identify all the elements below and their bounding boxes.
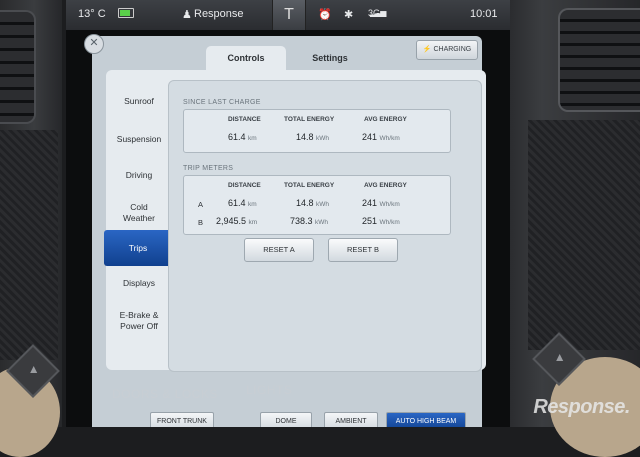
trip-b-distance: 2,945.5 km <box>216 216 258 226</box>
trips-detail: SINCE LAST CHARGE DISTANCE TOTAL ENERGY … <box>168 80 482 372</box>
slc-distance: 61.4 km <box>228 132 257 142</box>
sidebar-item-ebrake[interactable]: E-Brake & Power Off <box>108 310 170 332</box>
trip-a-energy: 14.8 kWh <box>296 198 330 208</box>
dome-light-button[interactable]: DOME <box>260 412 312 427</box>
trip-a-distance: 61.4 km <box>228 198 257 208</box>
alarm-clock-icon[interactable]: ⏰ <box>318 8 332 21</box>
tab-controls[interactable]: Controls <box>206 46 286 70</box>
trip-a-label: A <box>198 200 204 209</box>
sidebar-item-sunroof[interactable]: Sunroof <box>108 96 170 107</box>
since-last-charge-box: DISTANCE TOTAL ENERGY AVG ENERGY 61.4 km… <box>183 109 451 153</box>
trip-a-avg: 241 Wh/km <box>362 198 400 208</box>
trip-meters-title: TRIP METERS <box>183 165 234 172</box>
trip-b-avg: 251 Wh/km <box>362 216 400 226</box>
clock: 10:01 <box>470 8 498 20</box>
charging-button-label: CHARGING <box>433 46 472 53</box>
ambient-light-button[interactable]: AMBIENT <box>324 412 378 427</box>
charging-plug-icon: ⚡ <box>422 46 432 53</box>
header-avg-energy: AVG ENERGY <box>364 116 407 123</box>
sidebar-item-cold-weather[interactable]: Cold Weather <box>108 202 170 224</box>
doors-locks-heading: DOORS & LOCKS <box>112 387 218 401</box>
slc-avg: 241 Wh/km <box>362 132 400 142</box>
lights-heading: LIGHTS <box>246 383 293 397</box>
bluetooth-icon[interactable]: ✱ <box>344 8 353 21</box>
tab-settings[interactable]: Settings <box>290 46 370 70</box>
front-trunk-button[interactable]: FRONT TRUNK <box>150 412 214 427</box>
hazard-icon: ▲ <box>553 349 566 364</box>
hazard-icon: ▲ <box>27 361 40 376</box>
charging-button[interactable]: ⚡ CHARGING <box>416 40 478 60</box>
trip-b-energy: 738.3 kWh <box>290 216 329 226</box>
reset-a-button[interactable]: RESET A <box>244 238 314 262</box>
reset-b-button[interactable]: RESET B <box>328 238 398 262</box>
carbon-trim-right <box>528 120 640 350</box>
sidebar-item-trips[interactable]: Trips <box>104 230 172 266</box>
carbon-trim-left <box>0 130 58 360</box>
header-distance: DISTANCE <box>228 182 261 189</box>
header-distance: DISTANCE <box>228 116 261 123</box>
watermark: Response. <box>533 396 630 418</box>
sidebar: Sunroof Suspension Driving Cold Weather … <box>104 86 172 376</box>
since-last-charge-title: SINCE LAST CHARGE <box>183 99 261 106</box>
sidebar-item-displays[interactable]: Displays <box>108 278 170 289</box>
auto-high-beam-button[interactable]: AUTO HIGH BEAM <box>386 412 466 427</box>
signal-bars-icon: ▂▃▅ <box>370 8 387 17</box>
header-avg-energy: AVG ENERGY <box>364 182 407 189</box>
touchscreen: 13° C ♟ Response T ⏰ ✱ 3G ▂▃▅ 10:01 ✕ Co… <box>66 0 510 427</box>
air-vent-right <box>558 8 640 112</box>
trip-b-label: B <box>198 218 204 227</box>
header-total-energy: TOTAL ENERGY <box>284 116 335 123</box>
status-bar: 13° C ♟ Response T ⏰ ✱ 3G ▂▃▅ 10:01 <box>66 0 510 30</box>
tesla-logo-icon[interactable]: T <box>272 0 306 30</box>
trip-meters-box: DISTANCE TOTAL ENERGY AVG ENERGY A 61.4 … <box>183 175 451 235</box>
close-icon[interactable]: ✕ <box>84 34 104 54</box>
sidebar-item-suspension[interactable]: Suspension <box>108 134 170 145</box>
person-icon: ♟ <box>182 9 192 21</box>
air-vent-left <box>0 10 36 124</box>
sidebar-item-driving[interactable]: Driving <box>108 170 170 181</box>
slc-energy: 14.8 kWh <box>296 132 330 142</box>
header-total-energy: TOTAL ENERGY <box>284 182 335 189</box>
temperature-readout: 13° C <box>78 8 106 20</box>
battery-icon[interactable] <box>118 8 134 18</box>
drive-mode-label[interactable]: Response <box>194 8 244 20</box>
